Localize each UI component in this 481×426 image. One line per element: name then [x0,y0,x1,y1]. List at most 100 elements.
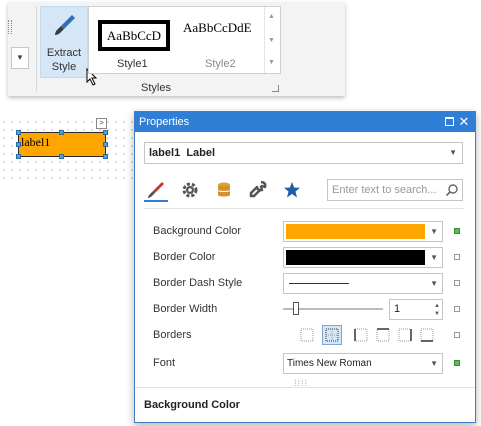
border-none-button[interactable] [297,325,317,345]
resize-handle[interactable] [103,154,108,159]
property-label: Background Color [153,225,242,237]
ribbon-left-edge: ▼ [8,2,34,96]
chevron-down-icon: ▼ [430,227,438,236]
tab-data[interactable] [212,178,236,202]
resize-handle[interactable] [16,142,21,147]
object-name: label1 [149,147,181,159]
chevron-down-icon: ▼ [449,148,457,157]
resize-handle[interactable] [16,154,21,159]
description-title: Background Color [144,399,240,411]
border-none-icon [300,328,314,342]
row-background-color: Background Color ▼ [144,218,464,244]
border-dash-style-editor[interactable]: ▼ [283,273,443,294]
row-border-dash-style: Border Dash Style ▼ [144,270,464,296]
chevron-down-icon: ▼ [430,279,438,288]
scroll-down-icon[interactable]: ▼ [268,37,275,45]
property-label: Border Dash Style [153,277,243,289]
border-width-spin[interactable]: 1 ▲ ▼ [389,299,443,320]
style2-label: Style2 [205,58,236,70]
property-label: Font [153,357,176,369]
property-label: Border Width [153,303,218,315]
search-placeholder: Enter text to search... [332,184,437,196]
scroll-up-icon[interactable]: ▲ [268,13,275,21]
border-all-icon [325,328,339,342]
chevron-down-icon[interactable]: ▼ [11,47,29,69]
border-left-icon [354,328,368,342]
property-marker[interactable] [454,306,460,312]
styles-group-label: Styles [141,82,171,94]
background-color-editor[interactable]: ▼ [283,221,443,242]
tab-appearance[interactable] [144,178,168,202]
brush-icon [148,182,164,198]
smart-tag-icon[interactable]: > [96,118,107,129]
style2-preview[interactable]: AaBbCcDdE [183,20,252,36]
tab-actions[interactable] [246,178,270,202]
gallery-expand-icon[interactable]: ▼ [268,59,275,67]
property-marker[interactable] [454,280,460,286]
resize-handle[interactable] [103,142,108,147]
slider-thumb[interactable] [293,302,299,315]
properties-title-bar: Properties ✕ [135,112,475,132]
search-icon[interactable] [445,183,459,197]
border-width-value: 1 [394,303,401,315]
color-swatch [286,224,425,239]
chevron-down-icon: ▼ [430,253,438,262]
border-bottom-button[interactable] [417,325,437,345]
gallery-scrollbar: ▲ ▼ ▼ [264,7,280,73]
property-label: Borders [153,329,192,341]
object-selector[interactable]: label1 Label ▼ [144,142,463,164]
properties-title: Properties [139,116,190,128]
star-icon [284,182,300,198]
row-border-width: Border Width 1 ▲ ▼ [144,296,464,322]
spin-down-icon[interactable]: ▼ [434,310,440,318]
row-border-color: Border Color ▼ [144,244,464,270]
resize-handle[interactable] [103,130,108,135]
grip-icon [8,20,12,34]
resize-handle[interactable] [59,130,64,135]
tab-favorites[interactable] [280,178,304,202]
wrench-icon [249,181,267,198]
tab-behavior[interactable] [178,178,202,202]
property-marker[interactable] [454,254,460,260]
font-value: Times New Roman [287,358,372,369]
chevron-down-icon: ▼ [430,359,438,368]
property-marker[interactable] [454,360,460,366]
extract-label-line1: Extract [46,47,82,59]
extract-style-label: Extract Style [41,46,87,74]
border-right-button[interactable] [395,325,415,345]
dialog-launcher-icon[interactable] [272,85,279,92]
color-swatch [286,250,425,265]
border-right-icon [398,328,412,342]
extract-style-button[interactable]: Extract Style [40,6,88,78]
description-separator [135,387,475,388]
border-top-button[interactable] [373,325,393,345]
border-color-editor[interactable]: ▼ [283,247,443,268]
border-bottom-icon [420,328,434,342]
spin-up-icon[interactable]: ▲ [434,302,440,310]
styles-gallery: AaBbCcD AaBbCcDdE Style1 Style2 ▲ ▼ ▼ [88,6,281,74]
property-marker[interactable] [454,332,460,338]
close-icon[interactable]: ✕ [456,112,472,132]
property-marker[interactable] [454,228,460,234]
resize-handle[interactable] [59,154,64,159]
properties-panel: Properties ✕ label1 Label ▼ Enter text t… [134,111,476,423]
border-all-button[interactable] [322,325,342,345]
property-search-input[interactable]: Enter text to search... [327,179,463,201]
solid-line-preview [289,283,349,284]
resize-handle[interactable] [16,130,21,135]
brush-icon [55,15,75,35]
row-borders: Borders [144,322,464,348]
ribbon: ▼ Extract Style AaBbCcD AaBbCcDdE Style1… [8,2,345,96]
font-editor[interactable]: Times New Roman ▼ [283,353,443,374]
maximize-icon[interactable] [445,117,454,126]
row-font: Font Times New Roman ▼ [144,350,464,376]
style1-preview[interactable]: AaBbCcD [98,20,170,51]
property-label: Border Color [153,251,216,263]
database-icon [217,182,231,197]
ribbon-separator [36,6,37,92]
border-left-button[interactable] [351,325,371,345]
gear-icon [182,182,198,198]
border-top-icon [376,328,390,342]
extract-label-line2: Style [51,61,77,73]
style1-label: Style1 [117,58,148,70]
